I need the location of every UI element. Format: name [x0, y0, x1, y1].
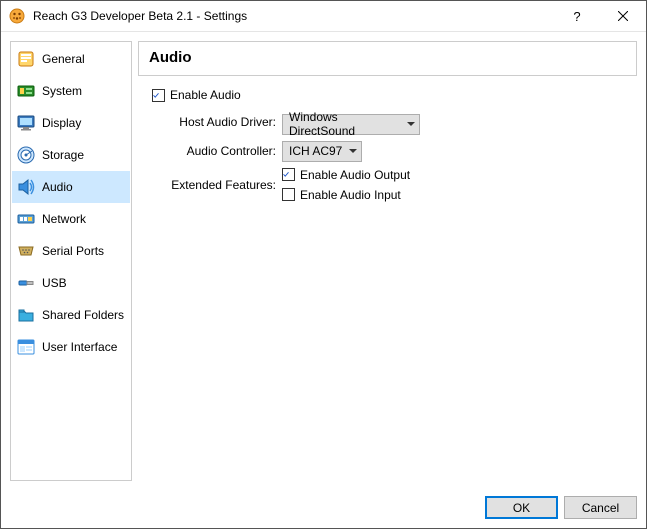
sidebar-item-shared-folders[interactable]: Shared Folders — [12, 299, 130, 331]
shared-folders-icon — [16, 305, 36, 325]
main-panel: Audio Enable Audio Host Audio Driver: Wi… — [138, 41, 637, 481]
sidebar-item-user-interface[interactable]: User Interface — [12, 331, 130, 363]
enable-input-label: Enable Audio Input — [300, 188, 401, 202]
chevron-down-icon — [349, 149, 357, 153]
enable-output-label: Enable Audio Output — [300, 168, 410, 182]
sidebar-item-display[interactable]: Display — [12, 107, 130, 139]
enable-input-row[interactable]: Enable Audio Input — [282, 188, 623, 202]
sidebar-item-audio[interactable]: Audio — [12, 171, 130, 203]
sidebar-item-label: Audio — [42, 180, 73, 194]
sidebar-item-serial-ports[interactable]: Serial Ports — [12, 235, 130, 267]
close-button[interactable] — [600, 1, 646, 31]
dialog-footer: OK Cancel — [485, 496, 637, 519]
sidebar-item-system[interactable]: System — [12, 75, 130, 107]
enable-audio-label: Enable Audio — [170, 88, 241, 102]
panel-title: Audio — [138, 41, 637, 76]
sidebar-item-label: Serial Ports — [42, 244, 104, 258]
sidebar-item-label: Display — [42, 116, 81, 130]
sidebar-item-storage[interactable]: Storage — [12, 139, 130, 171]
chevron-down-icon — [407, 122, 415, 126]
system-icon — [16, 81, 36, 101]
audio-icon — [16, 177, 36, 197]
serial-ports-icon — [16, 241, 36, 261]
sidebar-item-label: General — [42, 52, 85, 66]
network-icon — [16, 209, 36, 229]
title-bar: Reach G3 Developer Beta 2.1 - Settings ? — [1, 1, 646, 32]
sidebar-item-label: User Interface — [42, 340, 117, 354]
cancel-button[interactable]: Cancel — [564, 496, 637, 519]
storage-icon — [16, 145, 36, 165]
enable-input-checkbox[interactable] — [282, 188, 295, 201]
help-icon: ? — [573, 9, 580, 24]
window-title: Reach G3 Developer Beta 2.1 - Settings — [33, 9, 554, 23]
ok-button[interactable]: OK — [485, 496, 558, 519]
enable-output-row[interactable]: Enable Audio Output — [282, 168, 623, 182]
sidebar-item-label: Network — [42, 212, 86, 226]
host-driver-label: Host Audio Driver: — [156, 115, 276, 129]
controller-value: ICH AC97 — [289, 144, 343, 158]
enable-output-checkbox[interactable] — [282, 168, 295, 181]
settings-sidebar: General System — [10, 41, 132, 481]
host-driver-dropdown[interactable]: Windows DirectSound — [282, 114, 420, 135]
general-icon — [16, 49, 36, 69]
extended-features-label: Extended Features: — [156, 178, 276, 192]
sidebar-item-label: Shared Folders — [42, 308, 124, 322]
sidebar-item-label: Storage — [42, 148, 84, 162]
host-driver-value: Windows DirectSound — [289, 110, 401, 138]
controller-dropdown[interactable]: ICH AC97 — [282, 141, 362, 162]
user-interface-icon — [16, 337, 36, 357]
controller-label: Audio Controller: — [156, 144, 276, 158]
sidebar-item-usb[interactable]: USB — [12, 267, 130, 299]
display-icon — [16, 113, 36, 133]
help-button[interactable]: ? — [554, 1, 600, 31]
enable-audio-checkbox[interactable] — [152, 89, 165, 102]
sidebar-item-label: USB — [42, 276, 67, 290]
enable-audio-row[interactable]: Enable Audio — [152, 88, 623, 102]
sidebar-item-network[interactable]: Network — [12, 203, 130, 235]
usb-icon — [16, 273, 36, 293]
sidebar-item-label: System — [42, 84, 82, 98]
sidebar-item-general[interactable]: General — [12, 43, 130, 75]
app-icon — [9, 8, 25, 24]
close-icon — [618, 11, 628, 21]
